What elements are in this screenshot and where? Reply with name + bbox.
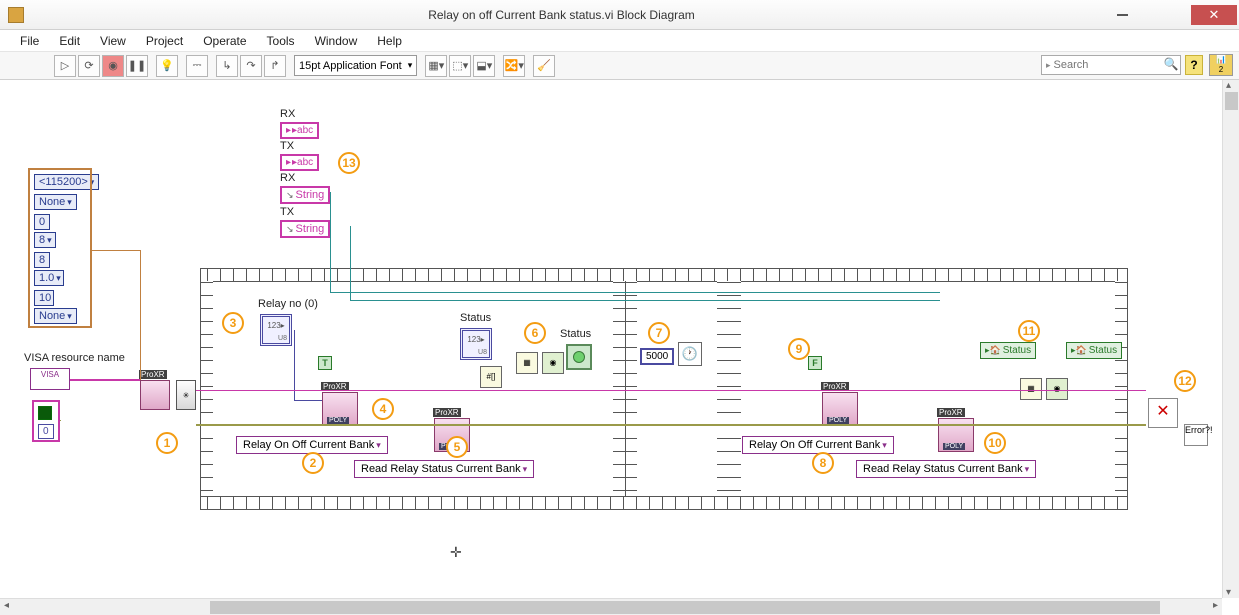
distribute-button[interactable]: ⬚▾ (449, 55, 471, 77)
relayno-label: Relay no (0) (258, 298, 318, 310)
window-title: Relay on off Current Bank status.vi Bloc… (24, 8, 1099, 22)
vscroll-thumb[interactable] (1225, 92, 1238, 110)
cleanup-button[interactable]: 🧹 (533, 55, 555, 77)
menu-view[interactable]: View (92, 32, 134, 50)
tx2-label: TX (280, 206, 294, 218)
status-numeric-control[interactable]: 123▸ (460, 328, 492, 360)
relay-onoff-subvi-1[interactable]: ProXRPOLY (322, 392, 358, 426)
status-local-var-2[interactable]: Status (1066, 342, 1122, 359)
search-box[interactable]: ▸ 🔍 (1041, 55, 1181, 75)
resize-button[interactable]: ⬓▾ (473, 55, 495, 77)
wait-ms-function[interactable] (678, 342, 702, 366)
callout-5: 5 (446, 436, 468, 458)
false-constant[interactable]: F (808, 356, 822, 370)
visa-resource-label: VISA resource name (24, 352, 125, 364)
visa-resource-control[interactable]: VISA (30, 368, 70, 390)
font-select[interactable]: 15pt Application Font (294, 55, 417, 76)
toolbar: ▷ ⟳ ◉ ❚❚ 💡 ⎓ ↳ ↷ ↱ 15pt Application Font… (0, 52, 1239, 80)
step-into-button[interactable]: ↳ (216, 55, 238, 77)
rx2-label: RX (280, 172, 295, 184)
menu-project[interactable]: Project (138, 32, 191, 50)
abort-button[interactable]: ◉ (102, 55, 124, 77)
polysel-relay-onoff-2[interactable]: Relay On Off Current Bank (742, 436, 894, 454)
menubar: File Edit View Project Operate Tools Win… (0, 30, 1239, 52)
callout-2: 2 (302, 452, 324, 474)
run-button[interactable]: ▷ (54, 55, 76, 77)
menu-tools[interactable]: Tools (259, 32, 303, 50)
callout-3: 3 (222, 312, 244, 334)
wait-ms-constant[interactable]: 5000 (640, 348, 674, 365)
visa-open-subvi[interactable]: ProXR (140, 380, 170, 410)
maximize-button[interactable] (1145, 5, 1191, 25)
rx1-label: RX (280, 108, 295, 120)
simple-error-handler[interactable]: Error?! (1184, 424, 1208, 446)
menu-help[interactable]: Help (369, 32, 410, 50)
build-array-func[interactable]: #[] (480, 366, 502, 388)
callout-4: 4 (372, 398, 394, 420)
callout-8: 8 (812, 452, 834, 474)
menu-window[interactable]: Window (307, 32, 366, 50)
menu-file[interactable]: File (12, 32, 47, 50)
callout-1: 1 (156, 432, 178, 454)
status-ctrl-label: Status (460, 312, 491, 324)
status-local-var-1[interactable]: Status (980, 342, 1036, 359)
step-out-button[interactable]: ↱ (264, 55, 286, 77)
relay-onoff-subvi-2[interactable]: ProXRPOLY (822, 392, 858, 426)
status-indicator[interactable] (566, 344, 592, 370)
index-array-func-2[interactable]: ▦ (1020, 378, 1042, 400)
callout-13: 13 (338, 152, 360, 174)
app-icon (8, 7, 24, 23)
status-ind-label: Status (560, 328, 591, 340)
rx1-indicator[interactable]: ▸abc (280, 122, 319, 139)
vertical-scrollbar[interactable] (1222, 80, 1239, 598)
callout-6: 6 (524, 322, 546, 344)
tx1-label: TX (280, 140, 294, 152)
menu-edit[interactable]: Edit (51, 32, 88, 50)
block-diagram-canvas[interactable]: <115200> None 0 8 8 1.0 10 None VISA res… (0, 80, 1222, 598)
minimize-button[interactable] (1099, 5, 1145, 25)
callout-10: 10 (984, 432, 1006, 454)
bool-convert-func-2[interactable]: ◉ (1046, 378, 1068, 400)
retain-wire-button[interactable]: ⎓ (186, 55, 208, 77)
horizontal-scrollbar[interactable] (0, 598, 1222, 615)
search-input[interactable] (1054, 59, 1164, 71)
callout-7: 7 (648, 322, 670, 344)
bool-to-led-func[interactable]: ◉ (542, 352, 564, 374)
visa-config-func[interactable]: ✳ (176, 380, 196, 410)
callout-12: 12 (1174, 370, 1196, 392)
true-constant[interactable]: T (318, 356, 332, 370)
hscroll-thumb[interactable] (210, 601, 1160, 614)
step-over-button[interactable]: ↷ (240, 55, 262, 77)
close-button[interactable]: ✕ (1191, 5, 1237, 25)
callout-9: 9 (788, 338, 810, 360)
run-continuous-button[interactable]: ⟳ (78, 55, 100, 77)
pause-button[interactable]: ❚❚ (126, 55, 148, 77)
string1-constant[interactable]: String (280, 186, 330, 204)
align-button[interactable]: ▦▾ (425, 55, 447, 77)
relayno-control[interactable]: 123▸ (260, 314, 292, 346)
callout-11: 11 (1018, 320, 1040, 342)
polysel-read-status-2[interactable]: Read Relay Status Current Bank (856, 460, 1036, 478)
visa-close-subvi[interactable]: ✕ (1148, 398, 1178, 428)
tx1-indicator[interactable]: ▸abc (280, 154, 319, 171)
titlebar: Relay on off Current Bank status.vi Bloc… (0, 0, 1239, 30)
reorder-button[interactable]: 🔀▾ (503, 55, 525, 77)
cursor-crosshair-icon: ✛ (450, 544, 462, 561)
help-button[interactable]: ? (1185, 55, 1203, 75)
search-icon[interactable]: 🔍 (1164, 57, 1180, 73)
index-array-func[interactable]: ▦ (516, 352, 538, 374)
string2-constant[interactable]: String (280, 220, 330, 238)
context-help-icon[interactable]: 📊2 (1209, 54, 1233, 76)
polysel-read-status-1[interactable]: Read Relay Status Current Bank (354, 460, 534, 478)
highlight-exec-button[interactable]: 💡 (156, 55, 178, 77)
menu-operate[interactable]: Operate (195, 32, 254, 50)
